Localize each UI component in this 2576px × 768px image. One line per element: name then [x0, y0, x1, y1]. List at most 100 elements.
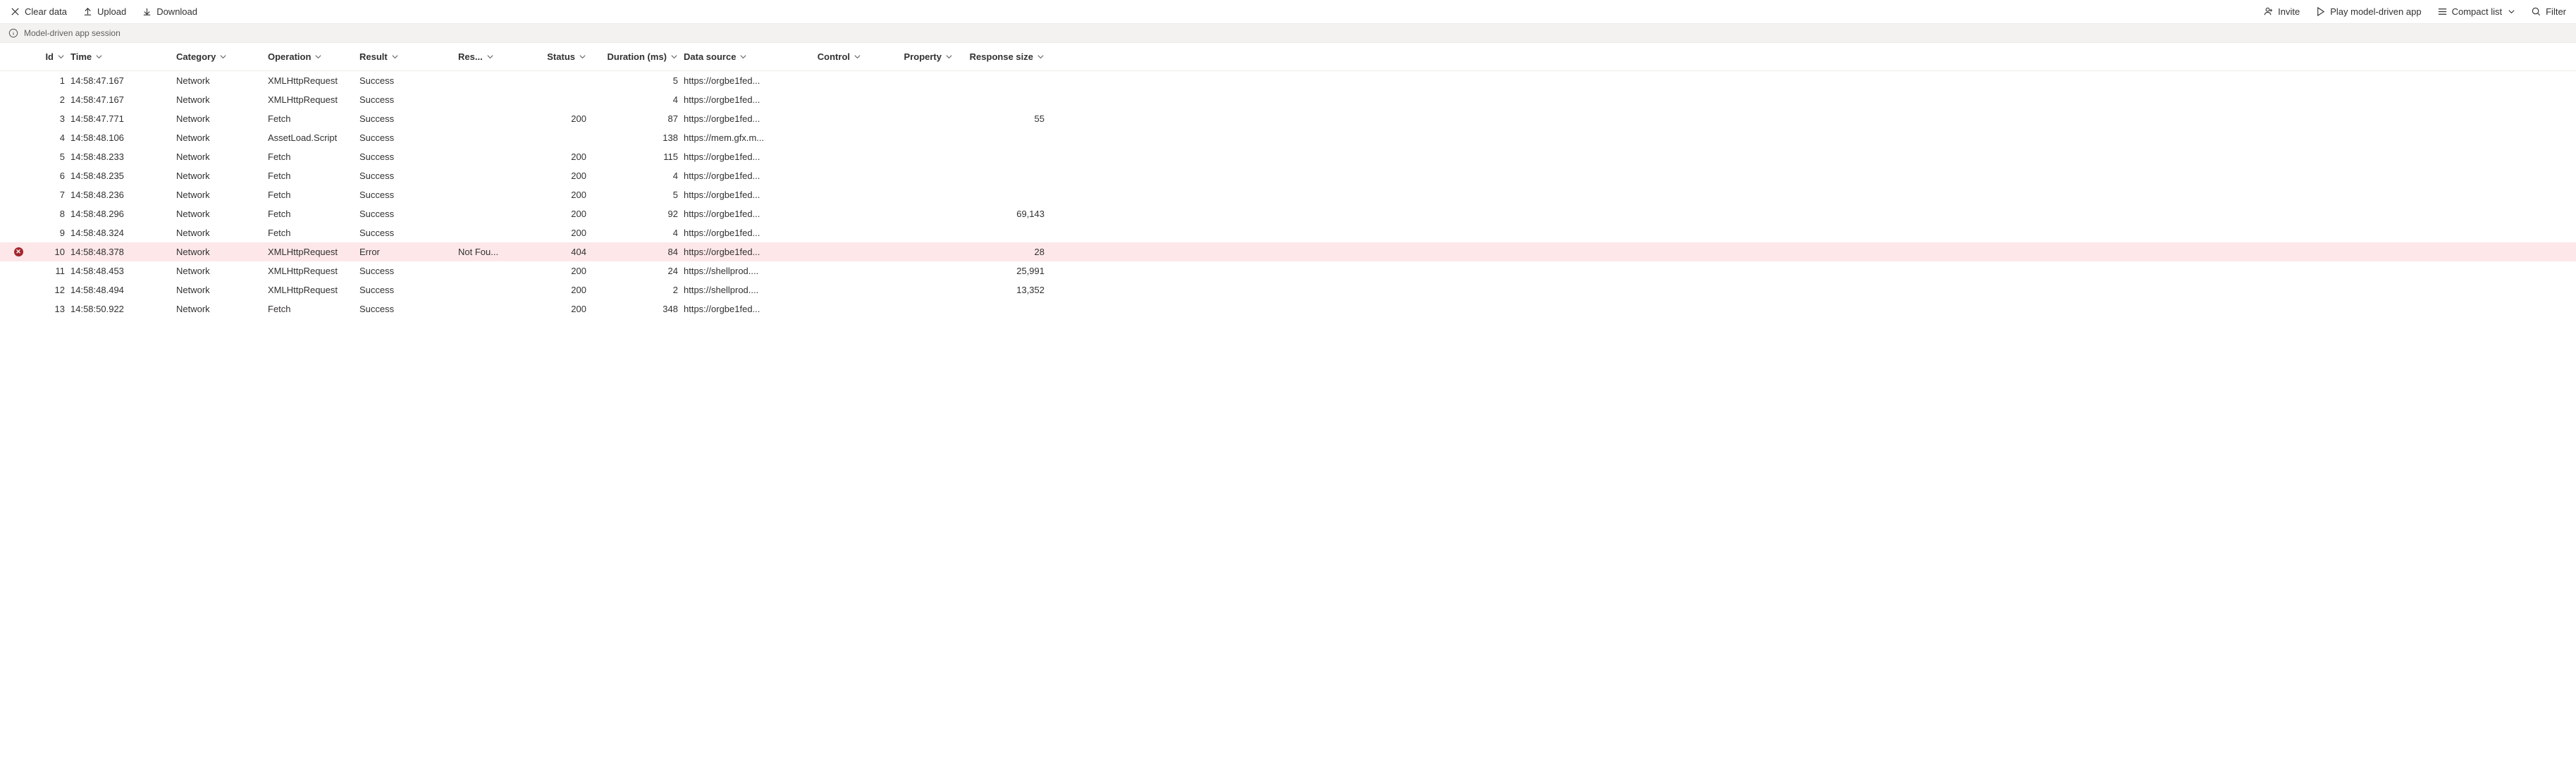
column-id[interactable]: Id: [32, 51, 68, 62]
cell-duration: 348: [589, 304, 681, 314]
cell-category: Network: [173, 75, 265, 86]
table-row[interactable]: 1114:58:48.453NetworkXMLHttpRequestSucce…: [0, 261, 2576, 280]
person-icon: [2263, 6, 2274, 17]
table-row[interactable]: 114:58:47.167NetworkXMLHttpRequestSucces…: [0, 71, 2576, 90]
cell-category: Network: [173, 247, 265, 257]
cell-status: 200: [512, 151, 589, 162]
grid-body: 114:58:47.167NetworkXMLHttpRequestSucces…: [0, 71, 2576, 318]
error-icon: ✕: [14, 247, 23, 256]
column-control-label: Control: [818, 51, 850, 62]
cell-id: 12: [32, 285, 68, 295]
cell-category: Network: [173, 151, 265, 162]
column-response-size[interactable]: Response size: [956, 51, 1047, 62]
table-row[interactable]: 814:58:48.296NetworkFetchSuccess20092htt…: [0, 204, 2576, 223]
cell-time: 14:58:48.296: [68, 209, 173, 219]
table-row[interactable]: 414:58:48.106NetworkAssetLoad.ScriptSucc…: [0, 128, 2576, 147]
table-row[interactable]: 714:58:48.236NetworkFetchSuccess2005http…: [0, 185, 2576, 204]
cell-duration: 24: [589, 266, 681, 276]
toolbar-left: Clear data Upload Download: [8, 5, 199, 18]
cell-result: Success: [357, 304, 455, 314]
cell-operation: Fetch: [265, 171, 357, 181]
play-app-button[interactable]: Play model-driven app: [2314, 5, 2422, 18]
table-row[interactable]: 1314:58:50.922NetworkFetchSuccess200348h…: [0, 299, 2576, 318]
cell-time: 14:58:48.453: [68, 266, 173, 276]
table-row[interactable]: 914:58:48.324NetworkFetchSuccess2004http…: [0, 223, 2576, 242]
cell-result: Success: [357, 151, 455, 162]
cell-operation: Fetch: [265, 113, 357, 124]
cell-time: 14:58:48.324: [68, 228, 173, 238]
download-button[interactable]: Download: [140, 5, 199, 18]
cell-operation: XMLHttpRequest: [265, 75, 357, 86]
cell-id: 3: [32, 113, 68, 124]
cell-time: 14:58:47.167: [68, 75, 173, 86]
cell-duration: 84: [589, 247, 681, 257]
cell-data-source: https://orgbe1fed...: [681, 171, 772, 181]
chevron-down-icon: [57, 53, 65, 61]
cell-id: 2: [32, 94, 68, 105]
info-icon: [8, 28, 18, 38]
column-time[interactable]: Time: [68, 51, 173, 62]
cell-id: 13: [32, 304, 68, 314]
cell-result: Success: [357, 190, 455, 200]
cell-category: Network: [173, 228, 265, 238]
cell-time: 14:58:50.922: [68, 304, 173, 314]
toolbar-right: Invite Play model-driven app Compact lis…: [2262, 5, 2568, 18]
column-duration-label: Duration (ms): [608, 51, 667, 62]
upload-button[interactable]: Upload: [81, 5, 128, 18]
cell-category: Network: [173, 171, 265, 181]
cell-id: 7: [32, 190, 68, 200]
cell-category: Network: [173, 266, 265, 276]
filter-icon: [2531, 6, 2541, 17]
invite-label: Invite: [2278, 6, 2300, 17]
column-time-label: Time: [70, 51, 92, 62]
column-result-info[interactable]: Res...: [455, 51, 512, 62]
chevron-down-icon: [2508, 8, 2515, 16]
column-control[interactable]: Control: [772, 51, 864, 62]
cell-response-size: 28: [956, 247, 1047, 257]
chevron-down-icon: [853, 53, 861, 61]
column-property-label: Property: [904, 51, 942, 62]
column-data-source[interactable]: Data source: [681, 51, 772, 62]
cell-duration: 138: [589, 132, 681, 143]
table-row[interactable]: ✕1014:58:48.378NetworkXMLHttpRequestErro…: [0, 242, 2576, 261]
cell-response-size: 25,991: [956, 266, 1047, 276]
clear-data-button[interactable]: Clear data: [8, 5, 68, 18]
compact-list-button[interactable]: Compact list: [2436, 5, 2518, 18]
table-row[interactable]: 514:58:48.233NetworkFetchSuccess200115ht…: [0, 147, 2576, 166]
cell-result: Success: [357, 228, 455, 238]
cell-data-source: https://orgbe1fed...: [681, 75, 772, 86]
cell-operation: XMLHttpRequest: [265, 266, 357, 276]
cell-data-source: https://mem.gfx.m...: [681, 132, 772, 143]
column-result-label: Result: [359, 51, 388, 62]
cell-id: 5: [32, 151, 68, 162]
column-status[interactable]: Status: [512, 51, 589, 62]
cell-time: 14:58:47.771: [68, 113, 173, 124]
column-category[interactable]: Category: [173, 51, 265, 62]
column-duration[interactable]: Duration (ms): [589, 51, 681, 62]
cell-data-source: https://orgbe1fed...: [681, 151, 772, 162]
table-row[interactable]: 1214:58:48.494NetworkXMLHttpRequestSucce…: [0, 280, 2576, 299]
list-icon: [2437, 6, 2448, 17]
cell-category: Network: [173, 113, 265, 124]
chevron-down-icon: [945, 53, 953, 61]
chevron-down-icon: [670, 53, 678, 61]
column-property[interactable]: Property: [864, 51, 956, 62]
cell-id: 10: [32, 247, 68, 257]
cell-operation: Fetch: [265, 190, 357, 200]
cell-result: Success: [357, 94, 455, 105]
column-status-label: Status: [547, 51, 575, 62]
table-row[interactable]: 314:58:47.771NetworkFetchSuccess20087htt…: [0, 109, 2576, 128]
cell-result: Error: [357, 247, 455, 257]
filter-button[interactable]: Filter: [2529, 5, 2568, 18]
column-result[interactable]: Result: [357, 51, 455, 62]
play-app-label: Play model-driven app: [2330, 6, 2421, 17]
cell-time: 14:58:48.378: [68, 247, 173, 257]
table-row[interactable]: 614:58:48.235NetworkFetchSuccess2004http…: [0, 166, 2576, 185]
cell-data-source: https://orgbe1fed...: [681, 304, 772, 314]
invite-button[interactable]: Invite: [2262, 5, 2301, 18]
chevron-down-icon: [1037, 53, 1044, 61]
column-operation[interactable]: Operation: [265, 51, 357, 62]
table-row[interactable]: 214:58:47.167NetworkXMLHttpRequestSucces…: [0, 90, 2576, 109]
cell-status: 200: [512, 304, 589, 314]
column-result-info-label: Res...: [458, 51, 483, 62]
